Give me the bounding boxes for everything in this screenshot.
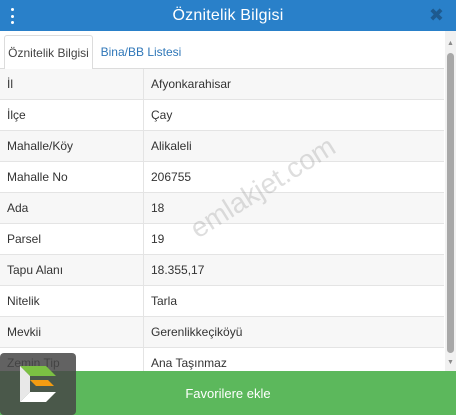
- row-value: Tarla: [151, 294, 178, 308]
- table-row: Tapu Alanı 18.355,17: [0, 255, 444, 286]
- row-value: Gerenlikkeçiköyü: [151, 325, 243, 339]
- table-row: İlçe Çay: [0, 100, 444, 131]
- scroll-down-arrow-icon[interactable]: ▼: [446, 358, 455, 367]
- tab-building-list[interactable]: Bina/BB Listesi: [96, 35, 186, 69]
- tab-bar: Öznitelik Bilgisi Bina/BB Listesi: [0, 35, 444, 70]
- table-row: Mevkii Gerenlikkeçiköyü: [0, 317, 444, 348]
- table-row: Parsel 19: [0, 224, 444, 255]
- row-label: İlçe: [0, 100, 144, 130]
- close-icon[interactable]: ✖: [429, 5, 444, 25]
- table-row: Ada 18: [0, 193, 444, 224]
- row-value: Ana Taşınmaz: [151, 356, 227, 370]
- row-label: Mevkii: [0, 317, 144, 347]
- row-label: Parsel: [0, 224, 144, 254]
- row-label: Tapu Alanı: [0, 255, 144, 285]
- row-label: İl: [0, 69, 144, 99]
- table-row: Mahalle No 206755: [0, 162, 444, 193]
- dialog-header: Öznitelik Bilgisi ✖: [0, 0, 456, 31]
- table-row: İl Afyonkarahisar: [0, 69, 444, 100]
- table-row: Nitelik Tarla: [0, 286, 444, 317]
- row-label: Nitelik: [0, 286, 144, 316]
- dialog-body: Öznitelik Bilgisi Bina/BB Listesi İl Afy…: [0, 31, 456, 371]
- row-value: 18.355,17: [151, 263, 205, 277]
- scrollbar[interactable]: ▲ ▼: [445, 31, 456, 371]
- table-row: Mahalle/Köy Alikaleli: [0, 131, 444, 162]
- watermark-logo-icon: [0, 353, 76, 415]
- scroll-thumb[interactable]: [447, 53, 454, 353]
- menu-icon[interactable]: [9, 8, 15, 24]
- dialog-title: Öznitelik Bilgisi: [172, 6, 284, 24]
- row-value: 206755: [151, 170, 192, 184]
- row-value: 19: [151, 232, 165, 246]
- row-value: Afyonkarahisar: [151, 77, 232, 91]
- row-value: Alikaleli: [151, 139, 192, 153]
- row-label: Mahalle/Köy: [0, 131, 144, 161]
- add-to-favorites-label: Favorilere ekle: [185, 385, 271, 401]
- scroll-up-arrow-icon[interactable]: ▲: [446, 39, 455, 48]
- row-value: 18: [151, 201, 165, 215]
- row-label: Ada: [0, 193, 144, 223]
- tab-attribute-info[interactable]: Öznitelik Bilgisi: [4, 35, 93, 70]
- row-label: Mahalle No: [0, 162, 144, 192]
- attribute-table: İl Afyonkarahisar İlçe Çay Mahalle/Köy A…: [0, 69, 444, 371]
- row-value: Çay: [151, 108, 173, 122]
